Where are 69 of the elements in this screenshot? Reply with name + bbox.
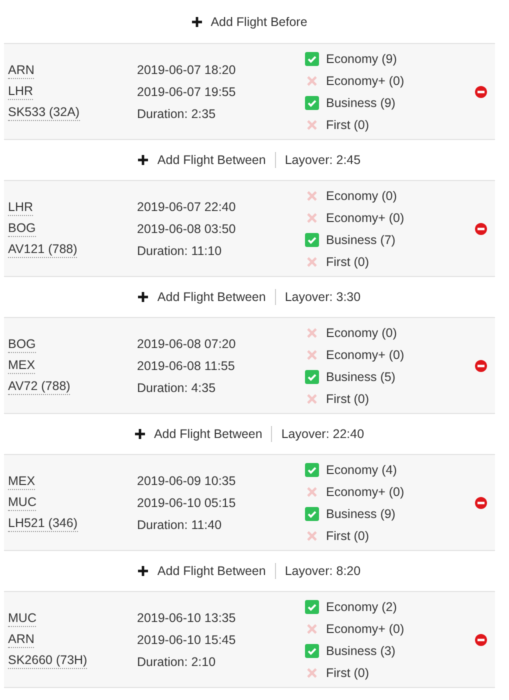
plus-icon [192, 16, 202, 26]
destination-airport-link[interactable]: MUC [8, 494, 36, 511]
cabin-class-label: First (0) [326, 528, 370, 542]
arrival-time: 2019-06-08 03:50 [137, 220, 237, 238]
departure-time: 2019-06-07 18:20 [137, 62, 237, 78]
flight-duration: Duration: 4:35 [137, 380, 217, 396]
remove-icon[interactable] [475, 222, 487, 234]
origin-airport-link[interactable]: MUC [8, 610, 36, 627]
cabin-class-label: First (0) [326, 254, 370, 268]
remove-icon[interactable] [475, 360, 487, 372]
add-flight-between-button[interactable]: Add Flight Between [134, 427, 262, 441]
departure-time: 2019-06-07 22:40 [137, 198, 237, 216]
destination-airport-link[interactable]: LHR [8, 83, 34, 100]
arrival-time: 2019-06-07 19:55 [137, 84, 237, 100]
add-flight-between-button[interactable]: Add Flight Between [138, 290, 266, 304]
remove-icon[interactable] [475, 634, 487, 646]
flight-duration: Duration: 2:10 [137, 654, 217, 670]
add-flight-before-button[interactable]: Add Flight Before [192, 14, 308, 28]
origin-airport-link[interactable]: BOG [8, 336, 36, 353]
cabin-class-label: Economy (0) [326, 188, 397, 202]
remove-icon[interactable] [475, 496, 487, 508]
cabin-class-label: Economy+ (0) [326, 210, 404, 224]
cabin-class-label: Economy+ (0) [326, 74, 404, 88]
cabin-class-label: Business (9) [326, 506, 396, 520]
origin-airport-link[interactable]: ARN [8, 62, 34, 79]
cabin-class-label: Business (7) [326, 232, 396, 246]
cabin-class-label: Economy (4) [326, 462, 397, 476]
destination-airport-link[interactable]: MEX [8, 357, 36, 374]
departure-time: 2019-06-09 10:35 [137, 472, 237, 490]
flight-number-link[interactable]: LH521 (346) [8, 515, 78, 532]
layover-time: Layover: 2:45 [284, 153, 361, 167]
departure-time: 2019-06-08 07:20 [137, 336, 237, 352]
plus-icon [138, 566, 148, 576]
flight-number-link[interactable]: SK2660 (73H) [8, 652, 88, 669]
layover-time: Layover: 22:40 [281, 427, 364, 441]
departure-time: 2019-06-10 13:35 [137, 610, 237, 626]
remove-icon[interactable] [475, 86, 487, 98]
cabin-class-label: Economy (9) [326, 52, 397, 66]
cabin-class-label: First (0) [326, 392, 370, 406]
destination-airport-link[interactable]: ARN [8, 631, 34, 648]
flight-number-link[interactable]: AV121 (788) [8, 241, 78, 258]
layover-time: Layover: 3:30 [284, 290, 361, 304]
arrival-time: 2019-06-10 05:15 [137, 494, 237, 512]
cabin-class-label: First (0) [326, 666, 370, 680]
cabin-class-label: Economy (0) [326, 326, 397, 340]
add-flight-between-button[interactable]: Add Flight Between [138, 153, 266, 167]
layover-time: Layover: 8:20 [284, 564, 361, 578]
cabin-class-label: Economy+ (0) [326, 348, 404, 362]
cabin-class-label: First (0) [326, 118, 370, 132]
origin-airport-link[interactable]: LHR [8, 199, 34, 216]
cabin-class-label: Economy (2) [326, 600, 397, 614]
cabin-class-label: Economy+ (0) [326, 484, 404, 498]
flight-number-link[interactable]: AV72 (788) [8, 378, 70, 395]
arrival-time: 2019-06-10 15:45 [137, 632, 237, 648]
cabin-class-label: Business (3) [326, 644, 396, 658]
origin-airport-link[interactable]: MEX [8, 473, 36, 490]
plus-icon [138, 292, 148, 302]
destination-airport-link[interactable]: BOG [8, 220, 36, 237]
flight-duration: Duration: 2:35 [137, 106, 217, 122]
flight-number-link[interactable]: SK533 (32A) [8, 104, 80, 121]
flight-duration: Duration: 11:10 [137, 242, 223, 260]
cabin-class-label: Business (5) [326, 370, 396, 384]
arrival-time: 2019-06-08 11:55 [137, 358, 236, 374]
flight-duration: Duration: 11:40 [137, 516, 223, 534]
add-flight-between-button[interactable]: Add Flight Between [138, 564, 266, 578]
plus-icon [138, 155, 148, 165]
cabin-class-label: Business (9) [326, 96, 396, 110]
cabin-class-label: Economy+ (0) [326, 622, 404, 636]
plus-icon [134, 429, 145, 439]
